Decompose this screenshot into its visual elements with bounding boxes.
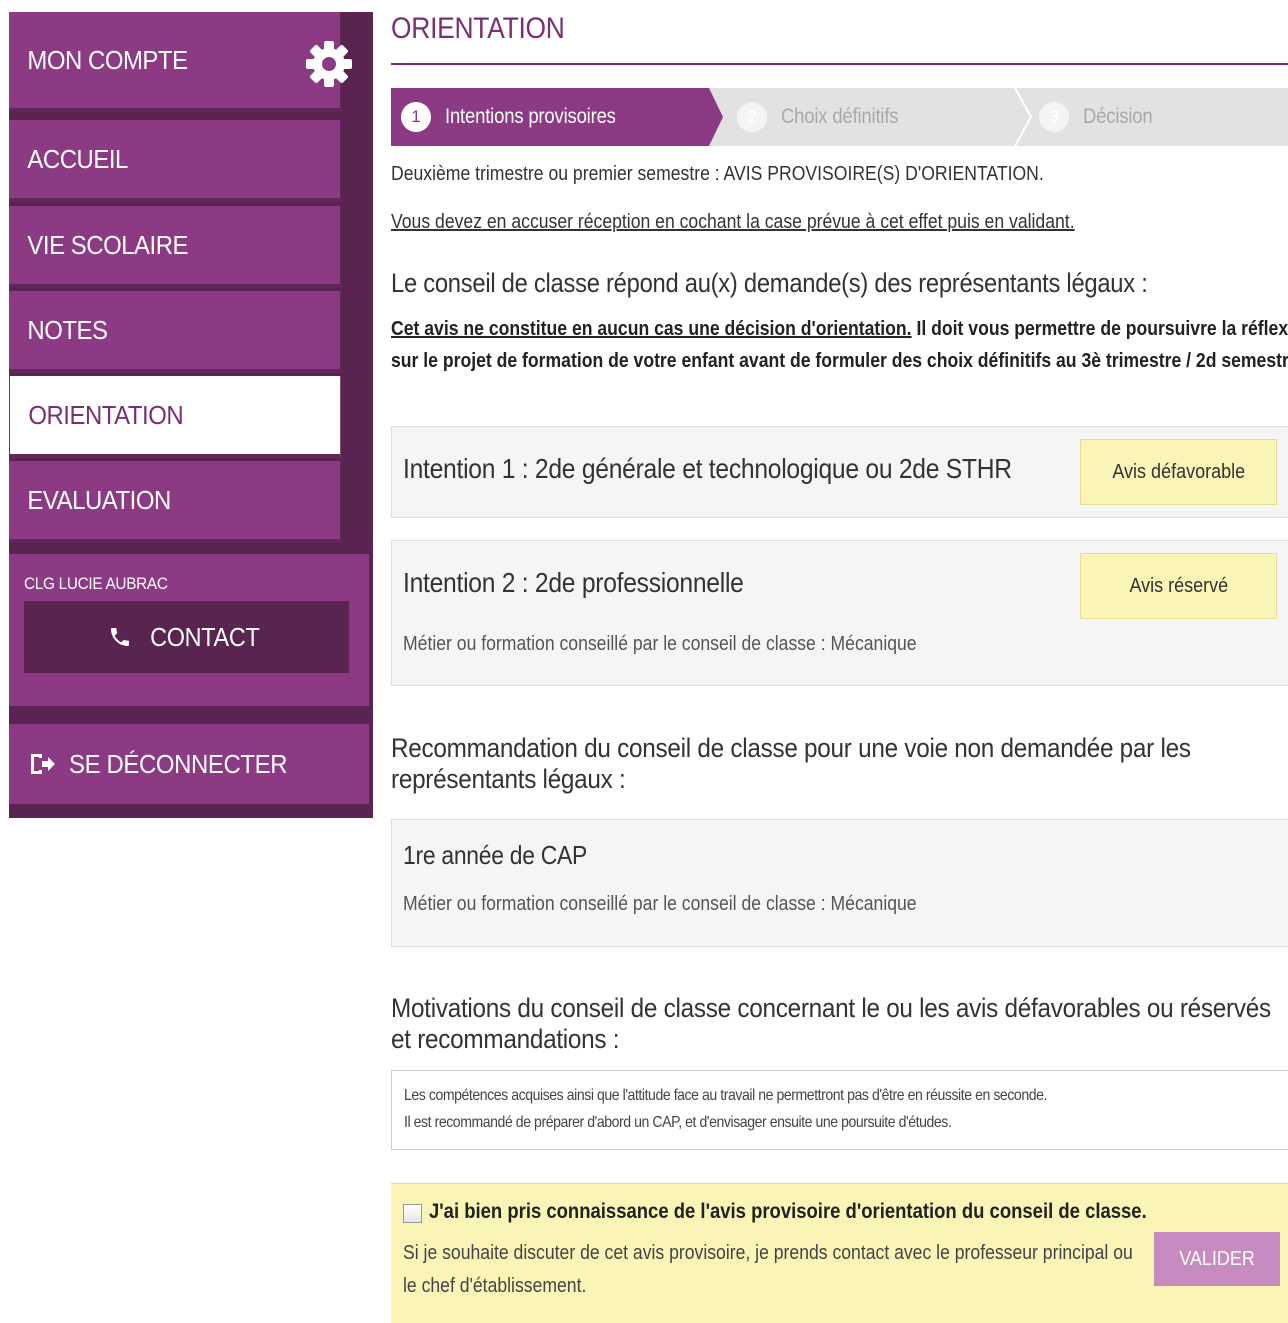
sidebar-item-vie-scolaire[interactable]: VIE SCOLAIRE [9,206,341,288]
ack-note: Si je souhaite discuter de cet avis prov… [403,1242,1133,1264]
recommendation-heading-text: Recommandation du conseil de classe pour… [391,733,1191,794]
step-choix-definitifs[interactable]: 2 Choix définitifs [737,88,914,146]
intention-formation: 2de professionnelle [528,567,744,598]
ack-checkbox[interactable] [403,1204,422,1223]
council-heading: Le conseil de classe répond au(x) demand… [391,268,1148,298]
acknowledgement-box: J'ai bien pris connaissance de l'avis pr… [391,1183,1288,1323]
motivations-heading: Motivations du conseil de classe concern… [391,993,1271,1055]
recommendation-metier: Métier ou formation conseillé par le con… [403,893,917,915]
step-separator [1014,88,1033,146]
school-block: CLG LUCIE AUBRAC CONTACT [9,554,369,706]
avis-label: Avis défavorable [1112,460,1245,483]
step-number: 3 [1039,102,1069,132]
step-number: 1 [401,102,431,132]
school-name: CLG LUCIE AUBRAC [24,574,168,593]
gear-icon[interactable] [303,38,355,90]
motivations-text-box: Les compétences acquises ainsi que l'att… [391,1070,1288,1150]
intention-tag: Intention 2 : [403,567,529,598]
intention-card: Intention 1 : 2de générale et technologi… [391,426,1288,518]
validate-label: VALIDER [1179,1247,1255,1270]
warning-text: Cet avis ne constitue en aucun cas une d… [391,318,1288,341]
logout-label: SE DÉCONNECTER [69,748,288,779]
intention-metier: Métier ou formation conseillé par le con… [403,633,917,655]
ack-statement: J'ai bien pris connaissance de l'avis pr… [429,1200,1147,1223]
title-divider [391,63,1288,65]
contact-button[interactable]: CONTACT [24,601,349,673]
intention-formation: 2de générale et technologique ou 2de STH… [528,453,1012,484]
warning-text-line2: sur le projet de formation de votre enfa… [391,350,1288,372]
intention-title: Intention 2 : 2de professionnelle [403,567,744,599]
intention-tag: Intention 1 : [403,453,529,484]
ack-instruction-link[interactable]: Vous devez en accuser réception en cocha… [391,211,1075,234]
recommendation-title: 1re année de CAP [403,840,588,870]
ack-note: le chef d'établissement. [403,1275,587,1297]
sidebar-item-label: ORIENTATION [28,399,184,430]
sign-out-icon [31,754,55,774]
step-intentions-provisoires[interactable]: 1 Intentions provisoires [391,88,723,146]
step-label: Intentions provisoires [445,105,616,128]
sidebar-item-label: EVALUATION [27,484,171,515]
validate-button[interactable]: VALIDER [1154,1232,1280,1286]
sidebar-item-accueil[interactable]: ACCUEIL [9,120,341,202]
logout-button[interactable]: SE DÉCONNECTER [9,724,369,804]
recommendation-card: 1re année de CAP Métier ou formation con… [391,819,1288,947]
intention-card: Intention 2 : 2de professionnelle Métier… [391,540,1288,686]
motivation-line: Les compétences acquises ainsi que l'att… [404,1087,1047,1104]
sidebar-item-label: VIE SCOLAIRE [27,229,189,260]
avis-label: Avis réservé [1129,574,1228,597]
warning-underlined: Cet avis ne constitue en aucun cas une d… [391,318,912,340]
step-number: 2 [737,102,767,132]
stepper: 1 Intentions provisoires 2 Choix définit… [391,88,1288,146]
sidebar-item-evaluation[interactable]: EVALUATION [9,461,341,543]
contact-label: CONTACT [149,621,260,652]
step-label: Décision [1083,105,1153,128]
sidebar-item-orientation[interactable]: ORIENTATION [9,376,341,458]
motivation-line: Il est recommandé de préparer d'abord un… [404,1114,952,1131]
page-title: ORIENTATION [391,12,565,45]
account-menu[interactable]: MON COMPTE [9,12,341,112]
motivations-heading-text: Motivations du conseil de classe concern… [391,993,1271,1054]
sidebar-item-label: ACCUEIL [27,143,128,174]
step-decision[interactable]: 3 Décision [1039,88,1162,146]
account-label: MON COMPTE [27,44,188,75]
sidebar-item-notes[interactable]: NOTES [9,291,341,373]
phone-icon [110,628,129,646]
recommendation-heading: Recommandation du conseil de classe pour… [391,733,1271,795]
sidebar-item-label: NOTES [27,314,108,345]
intention-title: Intention 1 : 2de générale et technologi… [403,453,1012,485]
step-label: Choix définitifs [781,105,899,128]
sidebar: MON COMPTE ACCUEIL VIE SCOLAIRE NOTES OR… [9,12,373,818]
section-subtitle: Deuxième trimestre ou premier semestre :… [391,163,1044,185]
warning-rest: Il doit vous permettre de poursuivre la … [911,318,1288,340]
avis-badge: Avis réservé [1080,553,1277,619]
avis-badge: Avis défavorable [1080,439,1277,505]
